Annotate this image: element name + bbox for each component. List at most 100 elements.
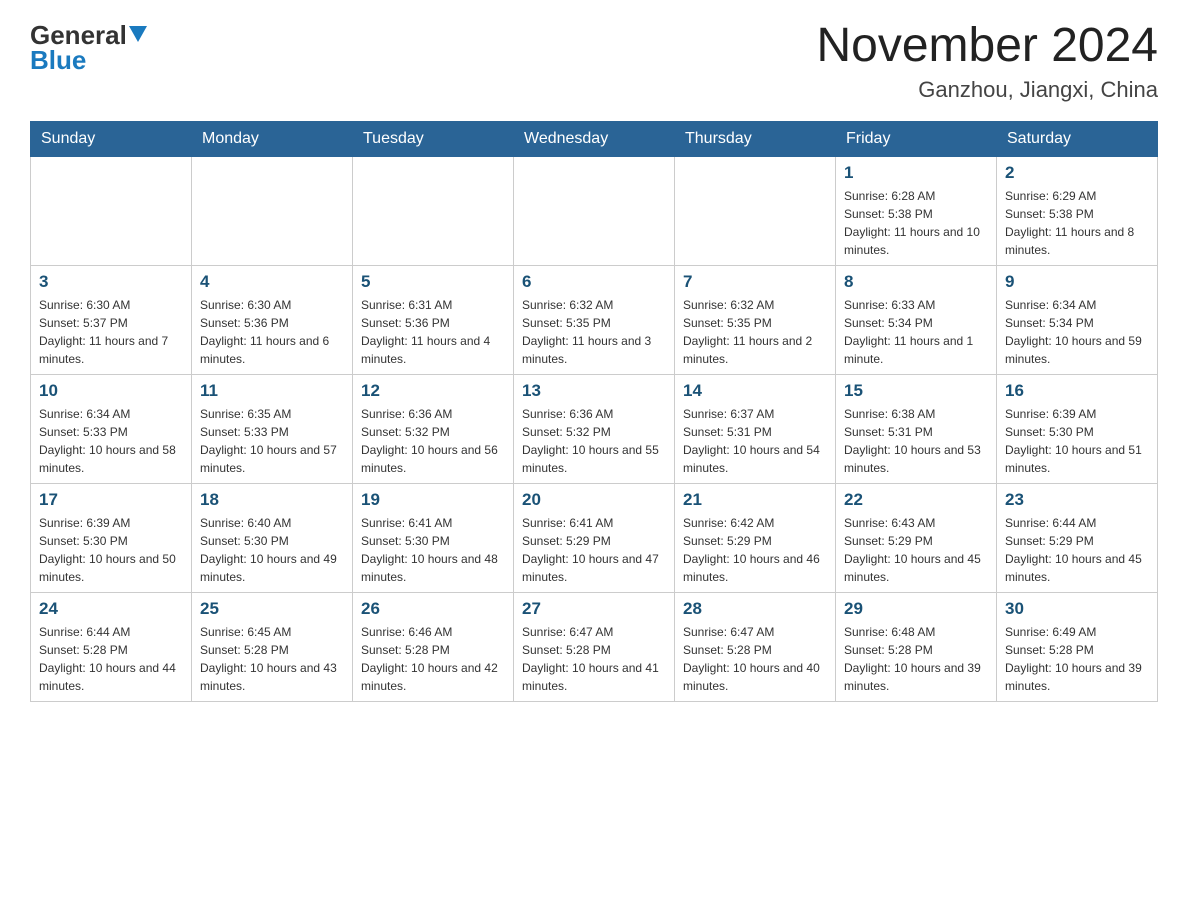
- day-info: Sunrise: 6:35 AM Sunset: 5:33 PM Dayligh…: [200, 405, 344, 477]
- calendar-cell: 25 Sunrise: 6:45 AM Sunset: 5:28 PM Dayli…: [192, 592, 353, 701]
- day-number: 2: [1005, 163, 1149, 183]
- calendar-header: SundayMondayTuesdayWednesdayThursdayFrid…: [31, 121, 1158, 156]
- day-of-week-sunday: Sunday: [31, 121, 192, 156]
- day-of-week-thursday: Thursday: [675, 121, 836, 156]
- day-info: Sunrise: 6:38 AM Sunset: 5:31 PM Dayligh…: [844, 405, 988, 477]
- calendar-cell: [514, 156, 675, 265]
- day-info: Sunrise: 6:30 AM Sunset: 5:37 PM Dayligh…: [39, 296, 183, 368]
- day-number: 23: [1005, 490, 1149, 510]
- day-number: 8: [844, 272, 988, 292]
- day-info: Sunrise: 6:36 AM Sunset: 5:32 PM Dayligh…: [361, 405, 505, 477]
- calendar-cell: [31, 156, 192, 265]
- calendar-cell: 30 Sunrise: 6:49 AM Sunset: 5:28 PM Dayli…: [997, 592, 1158, 701]
- week-row-2: 3 Sunrise: 6:30 AM Sunset: 5:37 PM Daylig…: [31, 265, 1158, 374]
- calendar-cell: 28 Sunrise: 6:47 AM Sunset: 5:28 PM Dayli…: [675, 592, 836, 701]
- day-number: 7: [683, 272, 827, 292]
- day-info: Sunrise: 6:40 AM Sunset: 5:30 PM Dayligh…: [200, 514, 344, 586]
- day-info: Sunrise: 6:47 AM Sunset: 5:28 PM Dayligh…: [522, 623, 666, 695]
- day-info: Sunrise: 6:33 AM Sunset: 5:34 PM Dayligh…: [844, 296, 988, 368]
- calendar-cell: 24 Sunrise: 6:44 AM Sunset: 5:28 PM Dayli…: [31, 592, 192, 701]
- day-number: 6: [522, 272, 666, 292]
- calendar-cell: 5 Sunrise: 6:31 AM Sunset: 5:36 PM Daylig…: [353, 265, 514, 374]
- day-info: Sunrise: 6:48 AM Sunset: 5:28 PM Dayligh…: [844, 623, 988, 695]
- day-number: 15: [844, 381, 988, 401]
- day-number: 3: [39, 272, 183, 292]
- header: General Blue November 2024 Ganzhou, Jian…: [30, 20, 1158, 103]
- calendar-cell: 1Sunrise: 6:28 AM Sunset: 5:38 PM Daylig…: [836, 156, 997, 265]
- day-info: Sunrise: 6:44 AM Sunset: 5:28 PM Dayligh…: [39, 623, 183, 695]
- calendar-body: 1Sunrise: 6:28 AM Sunset: 5:38 PM Daylig…: [31, 156, 1158, 701]
- day-of-week-saturday: Saturday: [997, 121, 1158, 156]
- day-info: Sunrise: 6:41 AM Sunset: 5:29 PM Dayligh…: [522, 514, 666, 586]
- week-row-1: 1Sunrise: 6:28 AM Sunset: 5:38 PM Daylig…: [31, 156, 1158, 265]
- calendar-cell: 15 Sunrise: 6:38 AM Sunset: 5:31 PM Dayli…: [836, 374, 997, 483]
- calendar-cell: 4 Sunrise: 6:30 AM Sunset: 5:36 PM Daylig…: [192, 265, 353, 374]
- day-number: 4: [200, 272, 344, 292]
- day-info: Sunrise: 6:32 AM Sunset: 5:35 PM Dayligh…: [683, 296, 827, 368]
- day-number: 14: [683, 381, 827, 401]
- calendar-cell: 21 Sunrise: 6:42 AM Sunset: 5:29 PM Dayli…: [675, 483, 836, 592]
- day-of-week-wednesday: Wednesday: [514, 121, 675, 156]
- calendar-cell: 18 Sunrise: 6:40 AM Sunset: 5:30 PM Dayli…: [192, 483, 353, 592]
- calendar-table: SundayMondayTuesdayWednesdayThursdayFrid…: [30, 121, 1158, 702]
- day-number: 20: [522, 490, 666, 510]
- calendar-cell: 12 Sunrise: 6:36 AM Sunset: 5:32 PM Dayli…: [353, 374, 514, 483]
- day-info: Sunrise: 6:32 AM Sunset: 5:35 PM Dayligh…: [522, 296, 666, 368]
- calendar-cell: 9Sunrise: 6:34 AM Sunset: 5:34 PM Daylig…: [997, 265, 1158, 374]
- title-area: November 2024 Ganzhou, Jiangxi, China: [816, 20, 1158, 103]
- day-number: 28: [683, 599, 827, 619]
- location-title: Ganzhou, Jiangxi, China: [816, 77, 1158, 103]
- day-info: Sunrise: 6:37 AM Sunset: 5:31 PM Dayligh…: [683, 405, 827, 477]
- calendar-cell: 8 Sunrise: 6:33 AM Sunset: 5:34 PM Daylig…: [836, 265, 997, 374]
- day-number: 21: [683, 490, 827, 510]
- day-info: Sunrise: 6:42 AM Sunset: 5:29 PM Dayligh…: [683, 514, 827, 586]
- day-info: Sunrise: 6:36 AM Sunset: 5:32 PM Dayligh…: [522, 405, 666, 477]
- day-info: Sunrise: 6:39 AM Sunset: 5:30 PM Dayligh…: [1005, 405, 1149, 477]
- calendar-cell: 7 Sunrise: 6:32 AM Sunset: 5:35 PM Daylig…: [675, 265, 836, 374]
- day-number: 22: [844, 490, 988, 510]
- logo-blue-text: Blue: [30, 45, 86, 76]
- day-info: Sunrise: 6:45 AM Sunset: 5:28 PM Dayligh…: [200, 623, 344, 695]
- day-number: 30: [1005, 599, 1149, 619]
- day-number: 26: [361, 599, 505, 619]
- day-info: Sunrise: 6:47 AM Sunset: 5:28 PM Dayligh…: [683, 623, 827, 695]
- day-info: Sunrise: 6:39 AM Sunset: 5:30 PM Dayligh…: [39, 514, 183, 586]
- calendar-cell: [353, 156, 514, 265]
- calendar-cell: 23Sunrise: 6:44 AM Sunset: 5:29 PM Dayli…: [997, 483, 1158, 592]
- day-of-week-friday: Friday: [836, 121, 997, 156]
- calendar-cell: 6 Sunrise: 6:32 AM Sunset: 5:35 PM Daylig…: [514, 265, 675, 374]
- calendar-cell: 16Sunrise: 6:39 AM Sunset: 5:30 PM Dayli…: [997, 374, 1158, 483]
- day-number: 9: [1005, 272, 1149, 292]
- day-number: 17: [39, 490, 183, 510]
- day-number: 1: [844, 163, 988, 183]
- day-info: Sunrise: 6:30 AM Sunset: 5:36 PM Dayligh…: [200, 296, 344, 368]
- day-info: Sunrise: 6:31 AM Sunset: 5:36 PM Dayligh…: [361, 296, 505, 368]
- logo-triangle-icon: [129, 26, 147, 49]
- calendar-cell: 27 Sunrise: 6:47 AM Sunset: 5:28 PM Dayli…: [514, 592, 675, 701]
- calendar-cell: 22Sunrise: 6:43 AM Sunset: 5:29 PM Dayli…: [836, 483, 997, 592]
- day-of-week-tuesday: Tuesday: [353, 121, 514, 156]
- day-info: Sunrise: 6:49 AM Sunset: 5:28 PM Dayligh…: [1005, 623, 1149, 695]
- day-info: Sunrise: 6:46 AM Sunset: 5:28 PM Dayligh…: [361, 623, 505, 695]
- month-title: November 2024: [816, 20, 1158, 73]
- day-info: Sunrise: 6:34 AM Sunset: 5:33 PM Dayligh…: [39, 405, 183, 477]
- day-number: 24: [39, 599, 183, 619]
- week-row-5: 24 Sunrise: 6:44 AM Sunset: 5:28 PM Dayli…: [31, 592, 1158, 701]
- calendar-cell: 2Sunrise: 6:29 AM Sunset: 5:38 PM Daylig…: [997, 156, 1158, 265]
- day-number: 18: [200, 490, 344, 510]
- calendar-cell: [192, 156, 353, 265]
- day-number: 25: [200, 599, 344, 619]
- day-number: 27: [522, 599, 666, 619]
- day-number: 29: [844, 599, 988, 619]
- logo: General Blue: [30, 20, 147, 76]
- calendar-cell: [675, 156, 836, 265]
- calendar-cell: 29 Sunrise: 6:48 AM Sunset: 5:28 PM Dayli…: [836, 592, 997, 701]
- calendar-cell: 10Sunrise: 6:34 AM Sunset: 5:33 PM Dayli…: [31, 374, 192, 483]
- day-number: 13: [522, 381, 666, 401]
- week-row-3: 10Sunrise: 6:34 AM Sunset: 5:33 PM Dayli…: [31, 374, 1158, 483]
- calendar-cell: 19Sunrise: 6:41 AM Sunset: 5:30 PM Dayli…: [353, 483, 514, 592]
- header-row: SundayMondayTuesdayWednesdayThursdayFrid…: [31, 121, 1158, 156]
- day-number: 5: [361, 272, 505, 292]
- day-number: 19: [361, 490, 505, 510]
- day-number: 12: [361, 381, 505, 401]
